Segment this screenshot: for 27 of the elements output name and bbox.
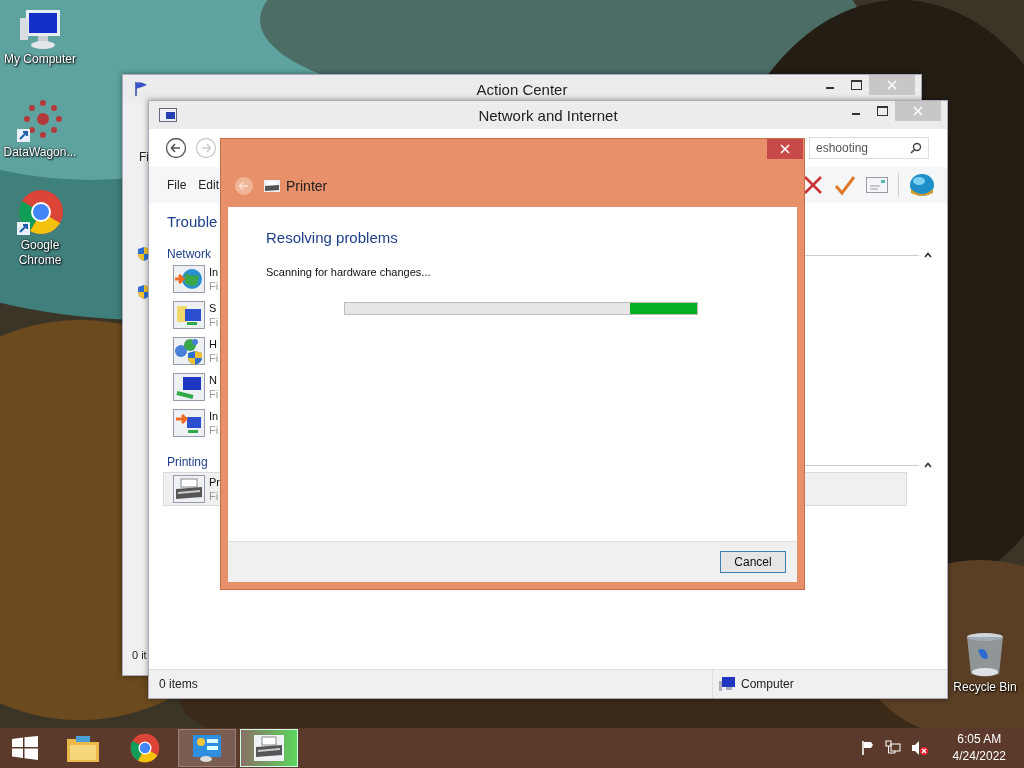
status-message: Scanning for hardware changes... bbox=[266, 266, 432, 278]
window-title: Action Center bbox=[476, 80, 568, 98]
item-title: Pr bbox=[209, 475, 221, 489]
status-text: 0 items bbox=[159, 677, 198, 691]
item-title: H bbox=[209, 337, 218, 351]
dialog-title: Printer bbox=[286, 178, 328, 194]
icon-label: Google Chrome bbox=[17, 238, 63, 268]
page-heading: Trouble bbox=[167, 213, 219, 230]
dialog-heading: Resolving problems bbox=[266, 229, 399, 246]
item-title: N bbox=[209, 373, 218, 387]
section-title: Network bbox=[167, 247, 211, 261]
icon-label: Recycle Bin bbox=[952, 680, 1018, 695]
status-location: Computer bbox=[741, 677, 794, 691]
section-title: Printing bbox=[167, 455, 208, 469]
item-subtitle: Fi bbox=[209, 315, 220, 329]
item-title: S bbox=[209, 301, 218, 315]
item-subtitle: Fi bbox=[209, 423, 220, 437]
status-text: 0 it bbox=[132, 649, 147, 661]
icon-label: DataWagon... bbox=[2, 145, 78, 160]
item-subtitle: Fi bbox=[209, 489, 220, 503]
window-title: Network and Internet bbox=[478, 106, 618, 124]
item-subtitle: Fi bbox=[209, 351, 220, 365]
item-title: In bbox=[209, 265, 220, 279]
icon-label: My Computer bbox=[3, 52, 77, 67]
item-title: In bbox=[209, 409, 220, 423]
item-subtitle: Fi bbox=[209, 279, 220, 293]
item-subtitle: Fi bbox=[209, 387, 220, 401]
